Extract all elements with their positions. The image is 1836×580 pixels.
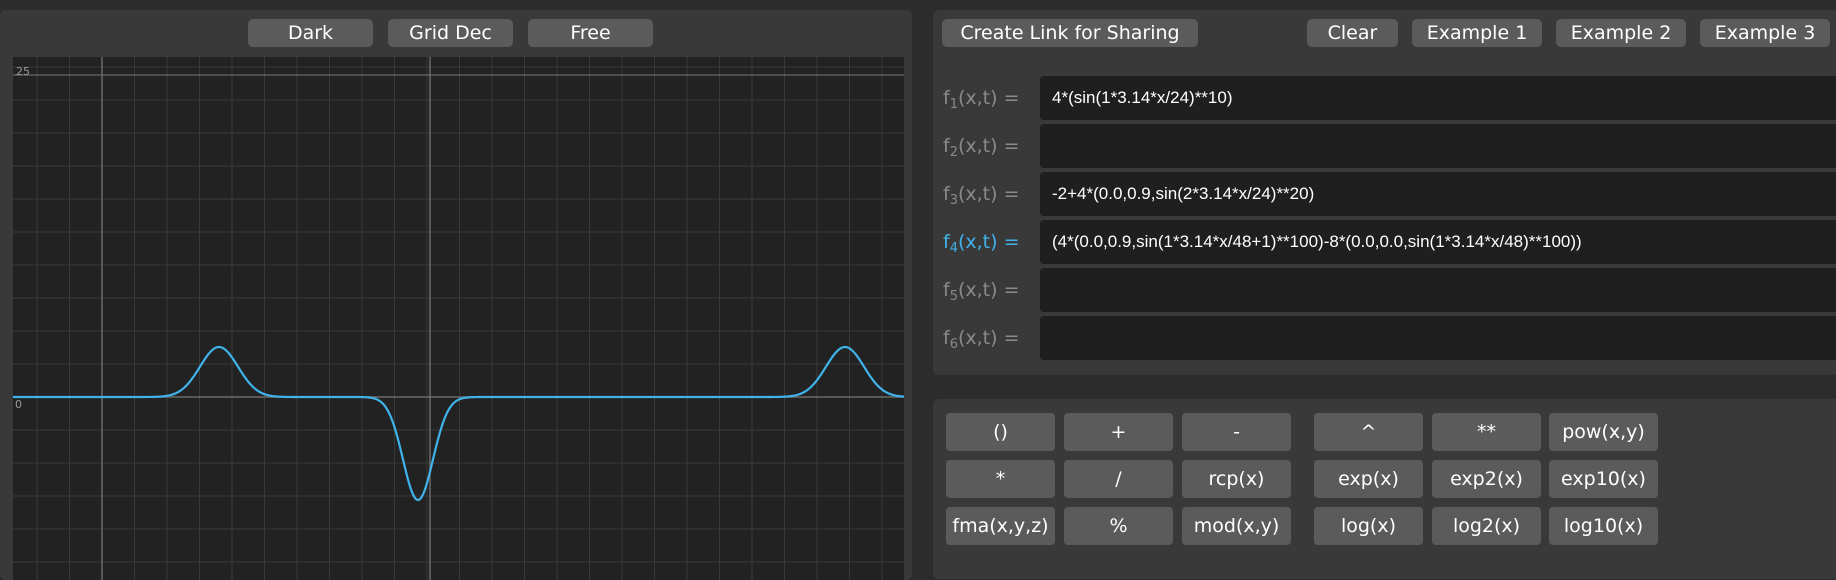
function-name: f bbox=[943, 87, 950, 109]
function-row: f1(x,t) = 4*(sin(1*3.14*x/24)**10) bbox=[943, 76, 1836, 120]
key-percent[interactable]: % bbox=[1064, 507, 1173, 545]
function-row: f2(x,t) = bbox=[943, 124, 1836, 168]
free-mode-button[interactable]: Free bbox=[528, 19, 653, 47]
key-minus[interactable]: - bbox=[1182, 413, 1291, 451]
plot-svg: 25 0 bbox=[13, 57, 904, 580]
function-curve bbox=[13, 345, 904, 502]
function-row: f6(x,t) = bbox=[943, 316, 1836, 360]
function-args: (x,t) = bbox=[957, 135, 1020, 157]
function-row: f5(x,t) = bbox=[943, 268, 1836, 312]
theme-dark-button[interactable]: Dark bbox=[248, 19, 373, 47]
clear-button[interactable]: Clear bbox=[1307, 19, 1398, 47]
key-mod[interactable]: mod(x,y) bbox=[1182, 507, 1291, 545]
key-fma[interactable]: fma(x,y,z) bbox=[946, 507, 1055, 545]
function-index: 2 bbox=[949, 145, 958, 160]
key-exp10[interactable]: exp10(x) bbox=[1549, 460, 1658, 498]
function-input[interactable] bbox=[1040, 124, 1836, 168]
key-caret[interactable]: ^ bbox=[1314, 413, 1423, 451]
function-input[interactable]: -2+4*(0.0,0.9,sin(2*3.14*x/24)**20) bbox=[1040, 172, 1836, 216]
function-name: f bbox=[943, 135, 950, 157]
function-index: 3 bbox=[949, 193, 958, 208]
key-exp2[interactable]: exp2(x) bbox=[1432, 460, 1541, 498]
function-row: f3(x,t) = -2+4*(0.0,0.9,sin(2*3.14*x/24)*… bbox=[943, 172, 1836, 216]
example-1-button[interactable]: Example 1 bbox=[1412, 19, 1542, 47]
key-log[interactable]: log(x) bbox=[1314, 507, 1423, 545]
function-name: f bbox=[943, 231, 950, 253]
key-rcp[interactable]: rcp(x) bbox=[1182, 460, 1291, 498]
plot-canvas[interactable]: 25 0 bbox=[13, 57, 904, 580]
key-parentheses[interactable]: () bbox=[946, 413, 1055, 451]
function-label: f6(x,t) = bbox=[943, 316, 1035, 360]
functions-panel: Create Link for Sharing Clear Example 1 … bbox=[933, 10, 1836, 375]
function-row: f4(x,t) = (4*(0.0,0.9,sin(1*3.14*x/48+1)*… bbox=[943, 220, 1836, 264]
function-label: f4(x,t) = bbox=[943, 220, 1035, 264]
function-index: 6 bbox=[949, 337, 958, 352]
function-input[interactable] bbox=[1040, 316, 1836, 360]
key-log2[interactable]: log2(x) bbox=[1432, 507, 1541, 545]
function-name: f bbox=[943, 183, 950, 205]
key-multiply[interactable]: * bbox=[946, 460, 1055, 498]
axes bbox=[13, 57, 904, 580]
graph-panel: Dark Grid Dec Free 25 0 bbox=[0, 10, 912, 580]
keypad-panel: () + - ^ ** pow(x,y) * / rcp(x) exp(x) e… bbox=[933, 399, 1836, 579]
function-label: f1(x,t) = bbox=[943, 76, 1035, 120]
function-args: (x,t) = bbox=[957, 279, 1020, 301]
function-input[interactable]: (4*(0.0,0.9,sin(1*3.14*x/48+1)**100)-8*(… bbox=[1040, 220, 1836, 264]
y-axis-zero-label: 0 bbox=[15, 398, 22, 411]
function-label: f2(x,t) = bbox=[943, 124, 1035, 168]
function-index: 4 bbox=[949, 241, 958, 256]
example-3-button[interactable]: Example 3 bbox=[1700, 19, 1830, 47]
key-exp[interactable]: exp(x) bbox=[1314, 460, 1423, 498]
key-pow[interactable]: pow(x,y) bbox=[1549, 413, 1658, 451]
grid-lines bbox=[13, 57, 904, 580]
function-name: f bbox=[943, 279, 950, 301]
function-label: f5(x,t) = bbox=[943, 268, 1035, 312]
function-args: (x,t) = bbox=[957, 327, 1020, 349]
function-args: (x,t) = bbox=[957, 183, 1020, 205]
function-name: f bbox=[943, 327, 950, 349]
y-axis-top-label: 25 bbox=[16, 65, 30, 78]
example-2-button[interactable]: Example 2 bbox=[1556, 19, 1686, 47]
grid-dec-button[interactable]: Grid Dec bbox=[388, 19, 513, 47]
function-index: 5 bbox=[949, 289, 958, 304]
key-divide[interactable]: / bbox=[1064, 460, 1173, 498]
function-args: (x,t) = bbox=[957, 87, 1020, 109]
function-input[interactable]: 4*(sin(1*3.14*x/24)**10) bbox=[1040, 76, 1836, 120]
function-args: (x,t) = bbox=[957, 231, 1020, 253]
create-share-link-button[interactable]: Create Link for Sharing bbox=[942, 19, 1198, 47]
key-plus[interactable]: + bbox=[1064, 413, 1173, 451]
function-label: f3(x,t) = bbox=[943, 172, 1035, 216]
function-input[interactable] bbox=[1040, 268, 1836, 312]
function-index: 1 bbox=[949, 97, 958, 112]
key-double-star[interactable]: ** bbox=[1432, 413, 1541, 451]
key-log10[interactable]: log10(x) bbox=[1549, 507, 1658, 545]
